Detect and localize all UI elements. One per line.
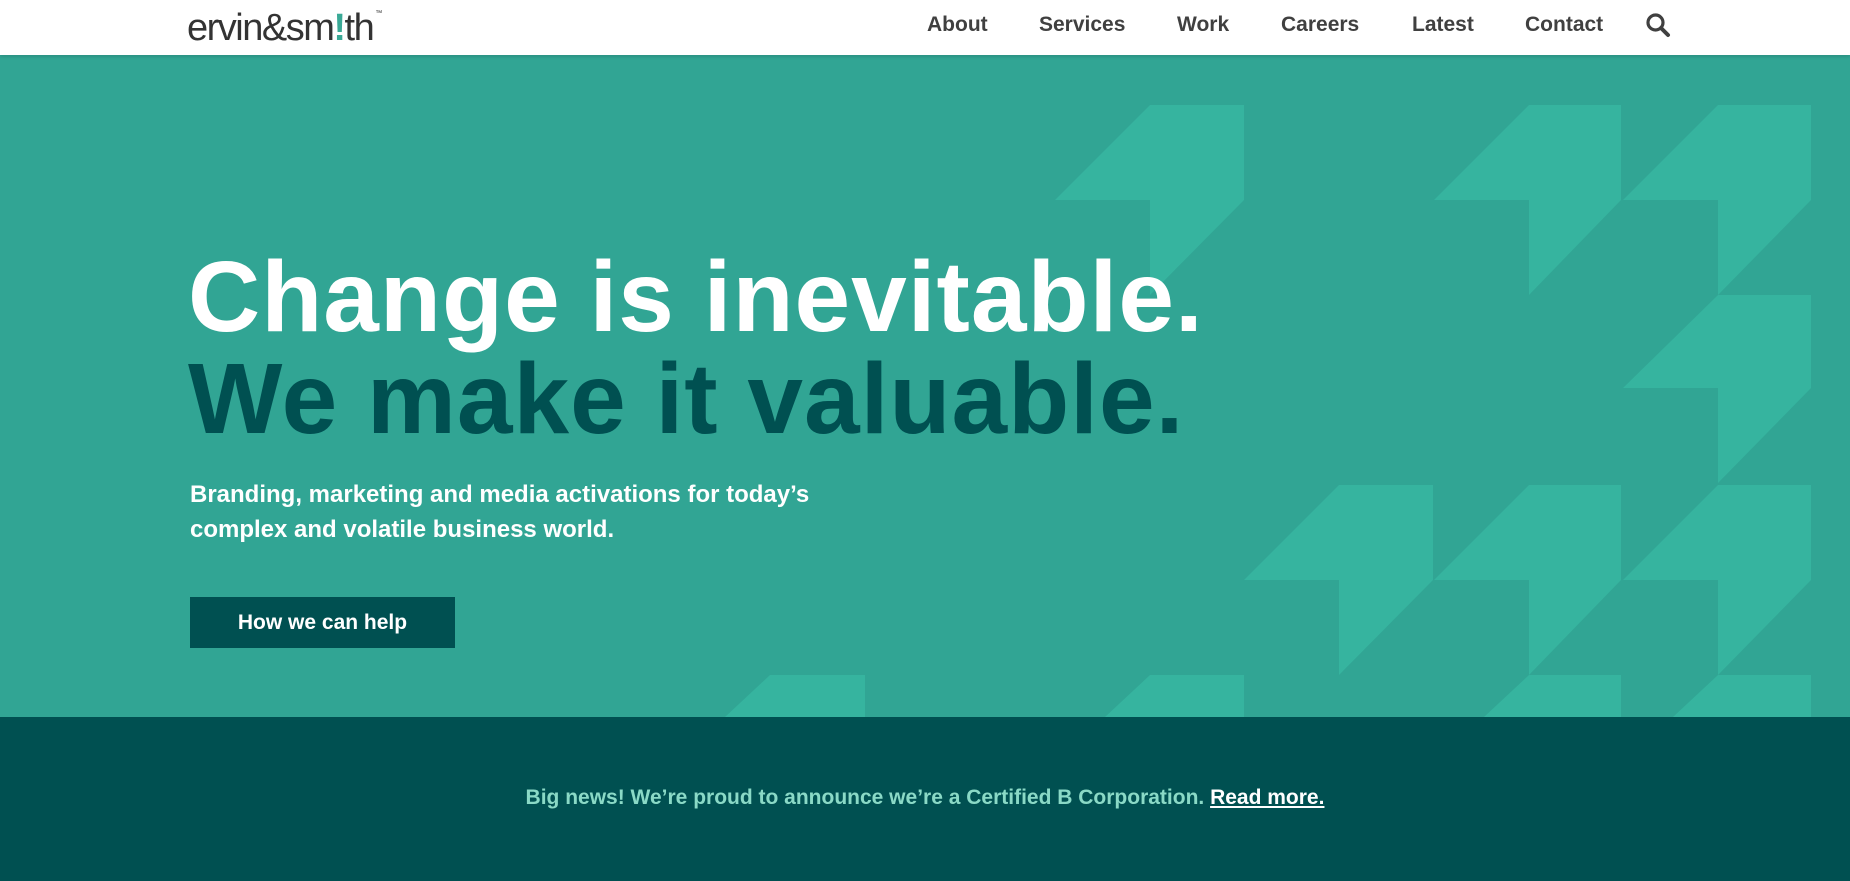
logo-text-part2: sm [285,7,335,49]
nav-contact[interactable]: Contact [1525,13,1603,37]
how-we-can-help-button[interactable]: How we can help [190,597,455,648]
logo-text-part3: th [344,7,375,49]
nav-work[interactable]: Work [1177,13,1229,37]
logo-text-part1: ervin [187,7,263,49]
announcement-text: Big news! We’re proud to announce we’re … [525,786,1205,809]
hero-subtext: Branding, marketing and media activation… [190,477,870,547]
hero-subtext-line2: complex and volatile business world. [190,516,615,543]
announcement-text-wrapper: Big news! We’re proud to announce we’re … [0,786,1850,810]
logo-exclamation: ! [333,7,346,49]
announcement-banner: Big news! We’re proud to announce we’re … [0,717,1850,881]
read-more-link[interactable]: Read more. [1210,786,1324,809]
nav-latest[interactable]: Latest [1412,13,1474,37]
hero-subtext-line1: Branding, marketing and media activation… [190,481,810,508]
logo-trademark: ™ [375,10,383,17]
logo[interactable]: ervin & sm! th ™ [187,6,382,50]
hero-headline-secondary: We make it valuable. [188,343,1185,455]
logo-ampersand: & [261,7,287,49]
site-header: ervin & sm! th ™ About Services Work Careers… [0,0,1850,55]
nav-about[interactable]: About [927,13,988,37]
nav-services[interactable]: Services [1039,13,1125,37]
hero-section: Change is inevitable. We make it valuabl… [0,55,1850,717]
search-icon[interactable] [1645,12,1671,38]
nav-careers[interactable]: Careers [1281,13,1359,37]
